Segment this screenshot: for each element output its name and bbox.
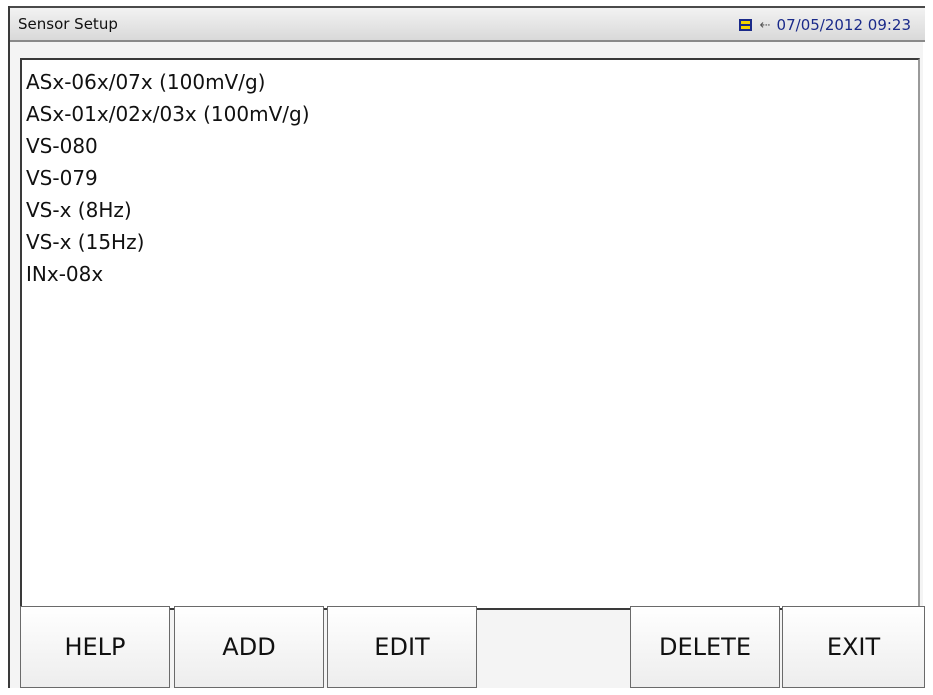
sensor-list-item[interactable]: VS-x (15Hz)	[24, 226, 918, 258]
sensor-list-item[interactable]: VS-080	[24, 130, 918, 162]
sensor-setup-screen: Sensor Setup ⇠ 07/05/2012 09:23 ASx-06x/…	[8, 6, 925, 688]
sensor-list-item[interactable]: ASx-01x/02x/03x (100mV/g)	[24, 98, 918, 130]
title-bar: Sensor Setup ⇠ 07/05/2012 09:23	[10, 6, 925, 42]
date-time: 07/05/2012 09:23	[776, 16, 911, 34]
sensor-list-box[interactable]: ASx-06x/07x (100mV/g) ASx-01x/02x/03x (1…	[20, 58, 920, 610]
delete-button[interactable]: DELETE	[630, 606, 780, 688]
add-button[interactable]: ADD	[174, 606, 324, 688]
sensor-list-item[interactable]: INx-08x	[24, 258, 918, 290]
sensor-list-item[interactable]: VS-x (8Hz)	[24, 194, 918, 226]
help-button[interactable]: HELP	[20, 606, 170, 688]
sensor-list: ASx-06x/07x (100mV/g) ASx-01x/02x/03x (1…	[22, 60, 918, 290]
sensor-list-item[interactable]: VS-079	[24, 162, 918, 194]
usb-icon: ⇠	[759, 17, 771, 33]
window-title: Sensor Setup	[18, 15, 118, 33]
edit-button[interactable]: EDIT	[327, 606, 477, 688]
button-bar: HELP ADD EDIT DELETE EXIT	[20, 606, 925, 688]
sensor-list-item[interactable]: ASx-06x/07x (100mV/g)	[24, 66, 918, 98]
exit-button[interactable]: EXIT	[782, 606, 925, 688]
status-area: ⇠ 07/05/2012 09:23	[738, 13, 911, 37]
battery-icon	[738, 19, 752, 31]
